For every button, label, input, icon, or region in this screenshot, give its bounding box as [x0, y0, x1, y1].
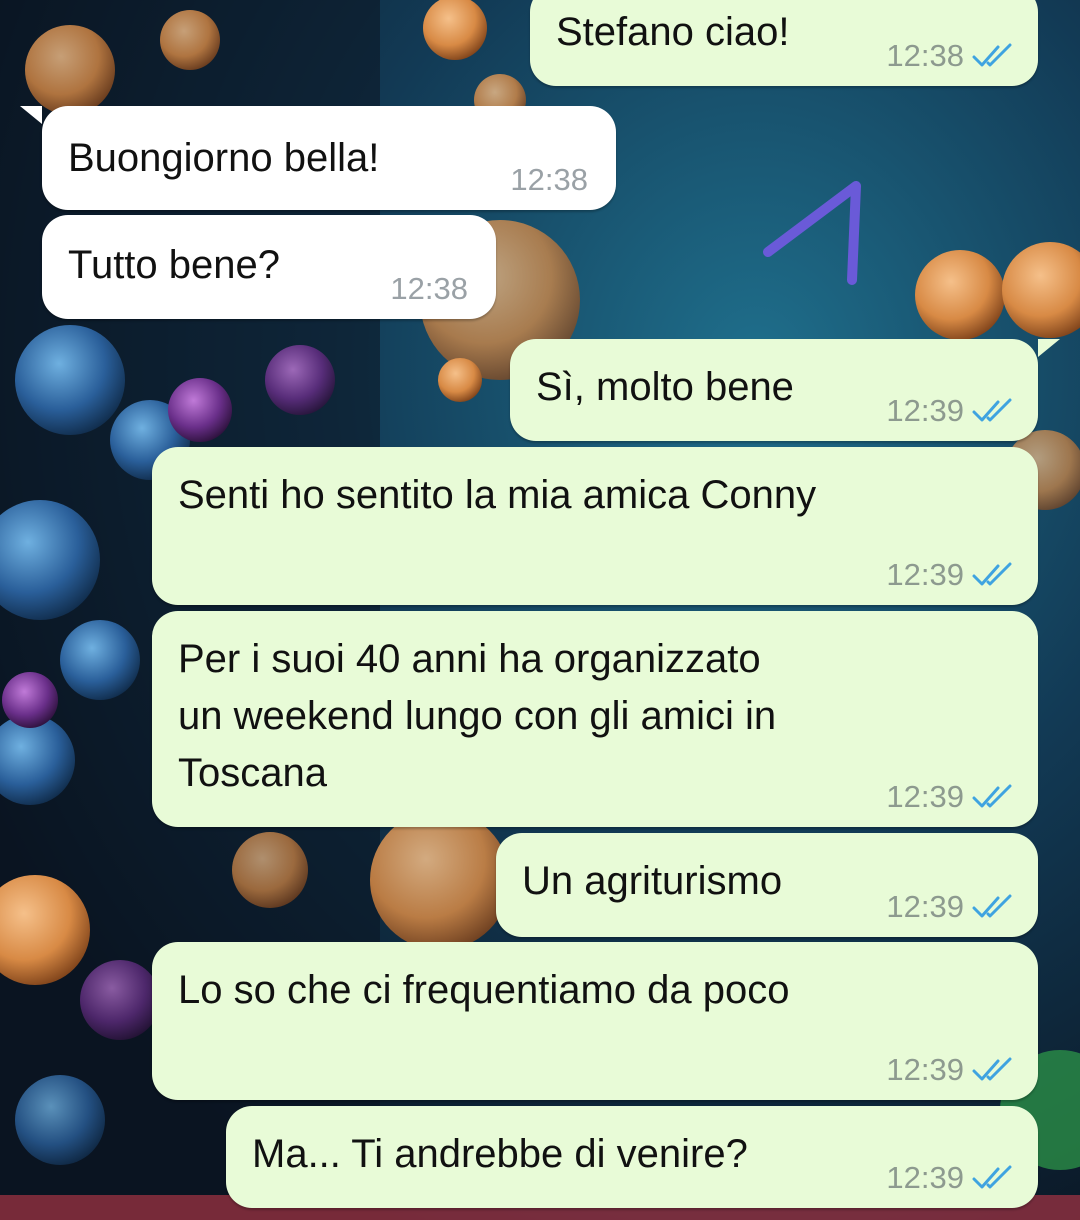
- message-time: 12:39: [886, 1160, 964, 1195]
- message-text: Sì, molto bene: [536, 365, 794, 409]
- message-text: Stefano ciao!: [556, 10, 790, 54]
- double-check-read-icon: [972, 562, 1012, 586]
- message-text: Tutto bene?: [68, 243, 281, 287]
- message-meta: 12:38: [510, 162, 588, 198]
- message-bubble-outgoing[interactable]: Senti ho sentito la mia amica Conny 12:3…: [152, 447, 1038, 605]
- message-bubble-outgoing[interactable]: Un agriturismo 12:39: [496, 833, 1038, 937]
- message-time: 12:39: [886, 889, 964, 924]
- message-time: 12:39: [886, 779, 964, 814]
- message-time: 12:39: [886, 557, 964, 592]
- message-text: Ma... Ti andrebbe di venire?: [252, 1132, 748, 1176]
- message-text: Senti ho sentito la mia amica Conny: [178, 473, 817, 517]
- message-meta: 12:39: [886, 1160, 1016, 1196]
- message-bubble-incoming[interactable]: Tutto bene? 12:38: [42, 215, 496, 319]
- message-text: Un agriturismo: [522, 859, 783, 903]
- double-check-read-icon: [972, 894, 1012, 918]
- message-time: 12:38: [390, 271, 468, 306]
- double-check-read-icon: [972, 1165, 1012, 1189]
- message-time: 12:39: [886, 393, 964, 428]
- message-meta: 12:39: [886, 889, 1016, 925]
- message-bubble-outgoing[interactable]: Sì, molto bene 12:39: [510, 339, 1038, 441]
- message-bubble-outgoing[interactable]: Lo so che ci frequentiamo da poco 12:39: [152, 942, 1038, 1100]
- message-bubble-outgoing[interactable]: Ma... Ti andrebbe di venire? 12:39: [226, 1106, 1038, 1208]
- message-text: Buongiorno bella!: [68, 136, 380, 180]
- bubble-tail: [20, 106, 42, 124]
- message-bubble-incoming[interactable]: Buongiorno bella! 12:38: [42, 106, 616, 210]
- hand-drawn-arrow-doodle: [763, 181, 861, 285]
- message-meta: 12:39: [886, 557, 1016, 593]
- message-meta: 12:39: [886, 1052, 1016, 1088]
- message-time: 12:38: [886, 38, 964, 73]
- double-check-read-icon: [972, 43, 1012, 67]
- bubble-tail: [1038, 339, 1060, 357]
- message-time: 12:38: [510, 162, 588, 197]
- message-bubble-outgoing[interactable]: Stefano ciao! 12:38: [530, 0, 1038, 86]
- message-text: Per i suoi 40 anni ha organizzato un wee…: [178, 637, 777, 795]
- message-time: 12:39: [886, 1052, 964, 1087]
- message-meta: 12:38: [886, 38, 1016, 74]
- message-meta: 12:39: [886, 393, 1016, 429]
- message-meta: 12:38: [390, 271, 468, 307]
- message-text: Lo so che ci frequentiamo da poco: [178, 968, 790, 1012]
- message-meta: 12:39: [886, 779, 1016, 815]
- double-check-read-icon: [972, 398, 1012, 422]
- double-check-read-icon: [972, 1057, 1012, 1081]
- double-check-read-icon: [972, 784, 1012, 808]
- message-bubble-outgoing[interactable]: Per i suoi 40 anni ha organizzato un wee…: [152, 611, 1038, 827]
